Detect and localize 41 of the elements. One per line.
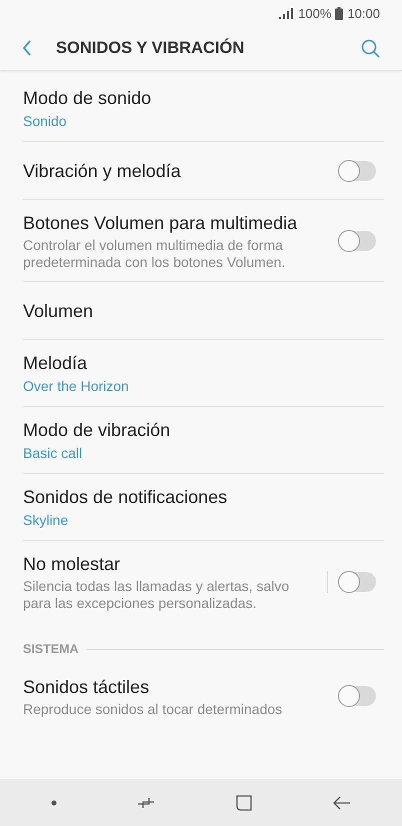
back-icon[interactable]	[22, 40, 32, 56]
section-header: SISTEMA	[23, 642, 79, 656]
item-title: Sonidos táctiles	[23, 676, 150, 699]
item-title: No molestar	[23, 553, 122, 576]
item-summary: Reproduce sonidos al tocar determinados	[23, 701, 284, 718]
settings-item[interactable]: No molestar Silencia todas las llamadas y alertas, salvo para las excepciones personalizadas.	[23, 541, 384, 622]
settings-item[interactable]: Melodía Over the Horizon	[23, 340, 384, 407]
battery-icon	[335, 6, 344, 20]
settings-item[interactable]: Vibración y melodía	[23, 142, 384, 200]
screen-title: SONIDOS Y VIBRACIÓN	[56, 38, 246, 58]
item-title: Modo de sonido	[23, 87, 152, 110]
search-icon[interactable]	[361, 38, 380, 58]
settings-item[interactable]: Volumen	[23, 282, 384, 340]
item-value: Skyline	[23, 511, 70, 530]
toggle-switch[interactable]	[340, 572, 376, 592]
item-title: Melodía	[23, 352, 88, 375]
item-value: Over the Horizon	[23, 377, 130, 396]
item-summary: Controlar el volumen multimedia de forma predeterminada con los botones Volumen.	[23, 237, 286, 271]
item-title: Modo de vibración	[23, 419, 172, 442]
item-value: Sonido	[23, 112, 68, 131]
recents-icon[interactable]	[138, 796, 154, 810]
settings-item[interactable]: Sonidos de notificaciones Skyline	[23, 474, 384, 541]
settings-item[interactable]: Modo de sonido Sonido	[23, 71, 384, 142]
item-summary: Silencia todas las llamadas y alertas, salvo para las excepciones personalizadas.	[23, 578, 290, 612]
back-arrow-icon[interactable]	[333, 796, 352, 810]
dot-icon[interactable]	[50, 800, 57, 806]
item-title: Sonidos de notificaciones	[23, 486, 228, 509]
status-time: 10:00	[347, 6, 380, 20]
item-title: Botones Volumen para multimedia	[23, 212, 298, 235]
settings-item[interactable]: Modo de vibración Basic call	[23, 407, 384, 474]
item-value: Basic call	[23, 444, 84, 463]
item-title: Volumen	[23, 300, 94, 323]
settings-item[interactable]: Botones Volumen para multimedia Controlar el volumen multimedia de forma predeterminada con los botones Volumen.	[23, 200, 384, 282]
toggle-switch[interactable]	[340, 160, 376, 180]
home-icon[interactable]	[236, 794, 252, 810]
item-title: Vibración y melodía	[23, 160, 182, 183]
toggle-switch[interactable]	[340, 230, 376, 250]
settings-item[interactable]: Sonidos táctiles Reproduce sonidos al tocar determinados	[23, 664, 384, 728]
toggle-switch[interactable]	[340, 686, 376, 706]
signal-icon	[279, 8, 294, 18]
battery-percentage: 100%	[298, 6, 332, 20]
